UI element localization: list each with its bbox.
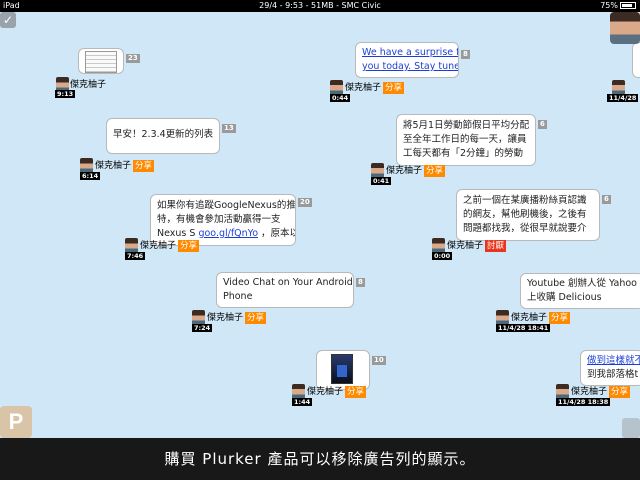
status-bar: iPad 29/4 - 9:53 - 51MB - SMC Civic 75% — [0, 0, 640, 12]
qualifier-badge: 分享 — [345, 386, 367, 398]
username[interactable]: 傑克柚子 — [207, 312, 243, 324]
plurk-text-line: 上收購 Delicious — [527, 292, 602, 303]
battery-indicator: 75% — [600, 0, 636, 12]
username[interactable]: 傑克柚子 — [571, 386, 607, 398]
plurk-bubble[interactable]: Video Chat on Your Android Phone — [216, 272, 354, 308]
avatar[interactable] — [556, 384, 569, 399]
avatar[interactable] — [330, 80, 343, 95]
qualifier-badge: 討厭 — [485, 240, 507, 252]
qualifier-badge: 分享 — [245, 312, 267, 324]
avatar[interactable] — [371, 163, 384, 178]
plurk-text-line: Youtube 創辦人從 Yahoo — [527, 278, 637, 289]
timestamp: 7:24 — [192, 324, 213, 332]
timestamp: 0:41 — [371, 177, 392, 185]
plurk-link[interactable]: goo.gl/fQnYo — [198, 228, 258, 239]
qualifier-badge: 分享 — [133, 160, 155, 172]
avatar[interactable] — [80, 158, 93, 173]
username[interactable]: 傑克柚子 — [95, 160, 131, 172]
qualifier-badge: 分享 — [424, 165, 446, 177]
plurk-text-line: 工每天都有「2分鐘」的勞動 — [403, 148, 524, 159]
response-count: 6 — [602, 195, 611, 204]
plurk-text-line: 至全年工作日的每一天，讓員 — [403, 134, 527, 145]
image-thumbnail[interactable] — [85, 51, 117, 73]
timestamp: 9:13 — [55, 90, 76, 98]
plurk-text-line: 到我部落格t — [587, 369, 639, 380]
profile-avatar-button[interactable] — [610, 12, 640, 44]
plurk-bubble[interactable]: 將5月1日勞動節假日平均分配 至全年工作日的每一天，讓員 工每天都有「2分鐘」的… — [396, 114, 536, 166]
plurk-text-line: Nexus S — [157, 228, 199, 239]
avatar[interactable] — [432, 238, 445, 253]
response-count: 10 — [372, 356, 386, 365]
plurk-bubble[interactable]: Youtube 創辦人從 Yahoo 上收購 Delicious — [520, 273, 640, 309]
qualifier-badge: 分享 — [178, 240, 200, 252]
avatar[interactable] — [192, 310, 205, 325]
new-plurk-button[interactable]: P — [0, 406, 32, 438]
plurk-bubble[interactable]: 如果你有追蹤GoogleNexus的推 特，有機會參加活動贏得一支 Nexus … — [150, 194, 296, 246]
battery-percent: 75% — [600, 1, 618, 10]
plurk-bubble[interactable] — [78, 48, 124, 74]
qualifier-badge: 分享 — [609, 386, 631, 398]
plurk-text-line: 問題都找我，從很早就說要介 — [463, 223, 587, 234]
response-count: 8 — [461, 50, 470, 59]
timestamp: 7:46 — [125, 252, 146, 260]
plurk-bubble[interactable]: 之前一個在某廣播粉絲頁認識 的網友，幫他刷機後，之後有 問題都找我，從很早就說要… — [456, 189, 600, 241]
plurk-link[interactable]: you today. Stay tuned! — [362, 61, 458, 72]
plurk-text-line: 將5月1日勞動節假日平均分配 — [403, 120, 530, 131]
plurk-text-line: 特，有機會參加活動贏得一支 — [157, 214, 281, 225]
avatar[interactable] — [496, 310, 509, 325]
qualifier-badge: 分享 — [549, 312, 571, 324]
plurk-text-line: 如果你有追蹤GoogleNexus的推 — [157, 200, 296, 211]
settings-button[interactable] — [622, 418, 640, 438]
response-count: 6 — [538, 120, 547, 129]
username[interactable]: 傑克柚子 — [511, 312, 547, 324]
avatar[interactable] — [292, 384, 305, 399]
plurk-text-line: Video Chat on Your Android — [223, 277, 353, 288]
plurk-bubble[interactable]: We have a surprise for you today. Stay t… — [355, 42, 459, 78]
image-thumbnail[interactable] — [331, 354, 353, 384]
plurk-bubble[interactable]: 做到這樣就不 到我部落格t — [580, 350, 640, 386]
plurk-bubble[interactable] — [316, 350, 370, 390]
avatar[interactable] — [612, 80, 625, 95]
plurk-text-line: 之前一個在某廣播粉絲頁認識 — [463, 195, 587, 206]
qualifier-badge: 分享 — [383, 82, 405, 94]
response-count: 13 — [222, 124, 236, 133]
plurk-text-line: Phone — [223, 291, 253, 302]
plurk-text: 早安！2.3.4更新的列表 — [113, 129, 214, 140]
username[interactable]: 傑克柚子 — [386, 165, 422, 177]
timestamp: 11/4/28 18:41 — [496, 324, 551, 332]
plurk-link[interactable]: We have a surprise for — [362, 47, 458, 58]
username[interactable]: 傑克柚子 — [307, 386, 343, 398]
timestamp: 11/4/28 — [607, 94, 639, 102]
mark-read-button[interactable]: ✓ — [0, 12, 16, 28]
avatar[interactable] — [125, 238, 138, 253]
plurk-link[interactable]: 做到這樣就不 — [587, 355, 640, 366]
username[interactable]: 傑克柚子 — [345, 82, 381, 94]
response-count: 20 — [298, 198, 312, 207]
timestamp: 11/4/28 18:38 — [556, 398, 611, 406]
response-count: 23 — [126, 54, 140, 63]
username[interactable]: 傑克柚子 — [70, 79, 106, 91]
username[interactable]: 傑克柚子 — [447, 240, 483, 252]
status-center-text: 29/4 - 9:53 - 51MB - SMC Civic — [259, 1, 381, 10]
timestamp: 0:00 — [432, 252, 453, 260]
response-count: 8 — [356, 278, 365, 287]
plurk-timeline[interactable]: 23 傑克柚子 9:13 早安！2.3.4更新的列表 13 傑克柚子 分享 6:… — [0, 12, 640, 438]
battery-icon — [620, 2, 636, 9]
plurk-text-line: 的網友，幫他刷機後，之後有 — [463, 209, 587, 220]
ad-banner[interactable]: 購買 Plurker 產品可以移除廣告列的顯示。 — [0, 438, 640, 480]
plurk-bubble[interactable]: 早安！2.3.4更新的列表 — [106, 118, 220, 154]
username[interactable]: 傑克柚子 — [140, 240, 176, 252]
plurk-text-line: ，原本以 — [258, 228, 296, 239]
timestamp: 6:14 — [80, 172, 101, 180]
timestamp: 0:44 — [330, 94, 351, 102]
plurk-bubble[interactable] — [632, 42, 640, 78]
timestamp: 1:44 — [292, 398, 313, 406]
